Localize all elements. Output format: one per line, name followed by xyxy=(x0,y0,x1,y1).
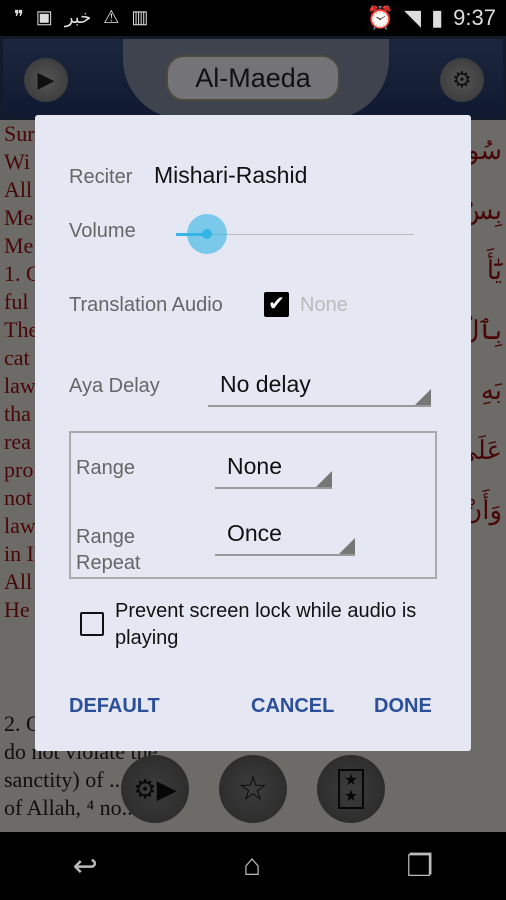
cancel-button[interactable]: CANCEL xyxy=(251,695,334,718)
audio-settings-dialog: Reciter Mishari-Rashid Volume Translatio… xyxy=(35,115,471,751)
status-bar: ❞ ▣ خبر ⚠ ▥ ⏰ ◥ ▮ 9:37 xyxy=(0,0,506,36)
alarm-icon: ⏰ xyxy=(366,5,395,30)
aya-delay-spinner[interactable]: No delay xyxy=(208,365,431,407)
aya-delay-value: No delay xyxy=(220,371,311,397)
range-group: Range None Range Repeat Once xyxy=(69,431,437,579)
range-value: None xyxy=(227,453,282,479)
barcode-icon: ▥ xyxy=(131,7,149,27)
translation-audio-label: Translation Audio xyxy=(69,294,223,316)
translation-audio-checkbox[interactable]: ✔ xyxy=(264,292,289,317)
range-spinner[interactable]: None xyxy=(215,449,332,489)
reciter-value[interactable]: Mishari-Rashid xyxy=(154,162,307,189)
default-button[interactable]: DEFAULT xyxy=(69,695,160,718)
back-icon[interactable]: ↩ xyxy=(73,849,98,884)
navigation-bar: ↩ ⌂ ❐ xyxy=(0,832,506,900)
done-button[interactable]: DONE xyxy=(374,695,432,718)
battery-charging-icon: ▮ xyxy=(431,5,444,30)
home-icon[interactable]: ⌂ xyxy=(243,849,261,883)
volume-slider[interactable] xyxy=(176,214,414,254)
image-icon: ▣ xyxy=(35,7,53,27)
warning-icon: ⚠ xyxy=(103,7,120,27)
prevent-lock-checkbox[interactable] xyxy=(80,612,104,636)
prevent-lock-label: Prevent screen lock while audio is playi… xyxy=(115,600,417,649)
range-repeat-spinner[interactable]: Once xyxy=(215,516,355,556)
khabar-icon: خبر xyxy=(64,7,92,27)
volume-slider-thumb[interactable] xyxy=(186,214,227,254)
reciter-label: Reciter xyxy=(69,166,133,188)
translation-audio-value: None xyxy=(300,294,348,316)
volume-label: Volume xyxy=(69,220,136,242)
hangouts-icon: ❞ xyxy=(14,7,24,27)
aya-delay-label: Aya Delay xyxy=(69,375,160,397)
wifi-icon: ◥ xyxy=(404,5,422,30)
recents-icon[interactable]: ❐ xyxy=(406,849,433,884)
range-repeat-value: Once xyxy=(227,520,282,546)
clock: 9:37 xyxy=(453,5,496,30)
range-repeat-label: Range Repeat xyxy=(76,526,141,574)
range-label: Range xyxy=(76,457,135,479)
surah-title: Al-Maeda xyxy=(166,55,340,101)
